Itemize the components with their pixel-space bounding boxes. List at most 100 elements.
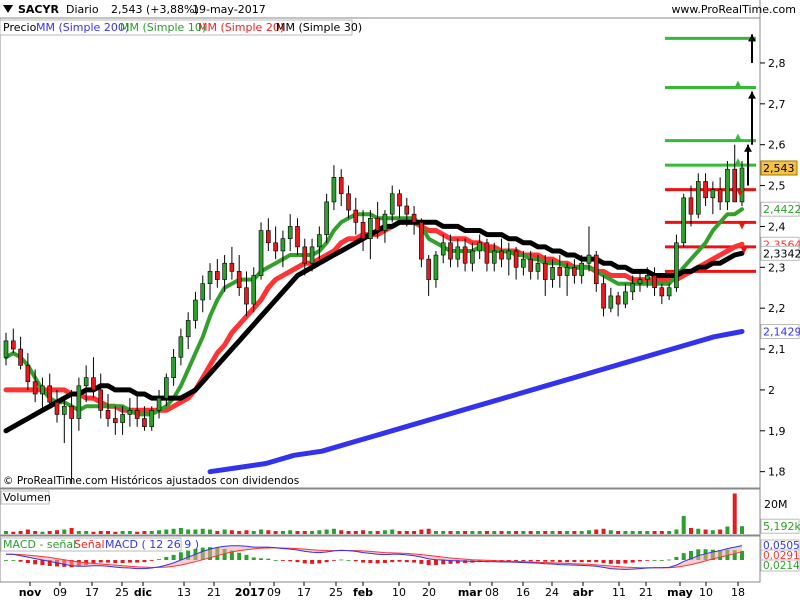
- header-date: 19-may-2017: [192, 3, 266, 16]
- candle-body: [688, 197, 694, 215]
- ma10-line: [4, 207, 744, 417]
- candle-body: [69, 405, 74, 419]
- macd-hist-bar: [368, 560, 373, 563]
- x-tick-label: 24: [545, 586, 559, 599]
- candle-body: [593, 254, 599, 284]
- volume-bar: [98, 531, 103, 534]
- macd-hist-bar: [4, 560, 8, 561]
- volume-bar: [113, 531, 118, 534]
- volume-bar: [404, 531, 409, 534]
- macd-signal-label[interactable]: Señal: [74, 538, 105, 551]
- volume-bar: [463, 531, 468, 534]
- legend-price[interactable]: Precio: [3, 21, 37, 34]
- candle-body: [411, 213, 417, 223]
- candle-body: [382, 213, 388, 231]
- x-tick-label: 09: [53, 586, 67, 599]
- candle-body: [120, 414, 125, 423]
- volume-bar: [76, 531, 81, 534]
- candle-body: [105, 410, 111, 419]
- candle-body: [324, 201, 329, 235]
- candle-body: [535, 262, 541, 272]
- volume-bar: [368, 531, 373, 534]
- macd-hist-bar: [127, 560, 132, 563]
- volume-layer: [4, 493, 744, 534]
- volume-bar: [412, 531, 417, 534]
- candle-body: [338, 177, 344, 195]
- dropdown-triangle-icon[interactable]: [3, 5, 13, 13]
- volume-bar: [222, 529, 227, 534]
- candle-body: [273, 242, 278, 252]
- volume-bar: [353, 531, 358, 534]
- volume-bar: [120, 531, 125, 534]
- macd-diff-label[interactable]: MACD - señal: [3, 538, 76, 551]
- candle-body: [3, 340, 9, 358]
- candle-body: [739, 167, 745, 203]
- copyright-note: © ProRealTime.com Históricos ajustados c…: [3, 475, 299, 487]
- volume-bar: [688, 528, 693, 534]
- candle-body: [433, 254, 439, 280]
- x-tick-label: feb: [353, 586, 373, 599]
- x-tick-label: mar: [458, 586, 483, 599]
- ma20-line: [3, 219, 745, 413]
- x-tick-label: 21: [207, 586, 221, 599]
- macd-hist-bar: [543, 560, 548, 562]
- x-tick-label: 21: [639, 586, 653, 599]
- volume-bar: [4, 531, 8, 534]
- header-last: 2,543 (+3,88%): [111, 3, 199, 16]
- candle-body: [25, 365, 31, 383]
- candle-body: [608, 295, 614, 309]
- price-label: 2,3342: [763, 247, 800, 260]
- macd-hist-bar: [681, 553, 686, 560]
- price-tick-label: 1,8: [768, 466, 786, 479]
- volume-bar: [157, 530, 162, 534]
- volume-bar: [601, 528, 606, 534]
- candle-body: [229, 262, 235, 272]
- legend-ma10[interactable]: MM (Simple 10): [120, 21, 206, 34]
- macd-line-label[interactable]: MACD ( 12 26 9 ): [105, 538, 199, 551]
- candle-body: [499, 250, 504, 260]
- macd-hist-bar: [667, 559, 672, 561]
- volume-bar: [331, 528, 336, 534]
- x-tick-label: 20: [422, 586, 436, 599]
- volume-bar: [484, 531, 489, 534]
- volume-bar: [317, 530, 322, 534]
- candle-body: [185, 320, 191, 338]
- candle-body: [142, 418, 147, 427]
- macd-hist-bar: [273, 560, 278, 561]
- macd-hist-bar: [280, 560, 285, 561]
- x-tick-label: 10: [699, 586, 713, 599]
- legend-ma200[interactable]: MM (Simple 200): [36, 21, 129, 34]
- volume-panel: [0, 488, 761, 536]
- candle-body: [47, 385, 53, 403]
- macd-hist-bar: [295, 560, 300, 563]
- candle-body: [353, 209, 359, 223]
- macd-hist-bar: [630, 560, 635, 563]
- candle-body: [666, 287, 672, 297]
- candle-body: [550, 267, 555, 280]
- candle-body: [295, 226, 300, 248]
- x-tick-label: 08: [485, 586, 499, 599]
- macd-hist-bar: [528, 560, 533, 562]
- candle-body: [579, 262, 584, 276]
- volume-bar: [200, 528, 205, 534]
- price-tick-label: 1,9: [768, 425, 786, 438]
- x-tick-label: 2017: [235, 586, 266, 599]
- price-label: 2,1429: [763, 326, 800, 339]
- volume-bar: [535, 531, 540, 534]
- macd-hist-bar: [623, 560, 628, 564]
- candle-body: [54, 401, 60, 415]
- macd-hist-bar: [382, 560, 387, 563]
- volume-bar: [339, 530, 344, 534]
- volume-label[interactable]: Volumen: [3, 491, 51, 504]
- volume-bar: [732, 493, 737, 534]
- candle-body: [652, 275, 657, 289]
- macd-hist-bar: [324, 560, 329, 563]
- candle-body: [586, 254, 592, 264]
- macd-hist-bar: [594, 560, 599, 563]
- legend-ma20[interactable]: MM (Simple 20): [198, 21, 284, 34]
- volume-bar: [106, 531, 111, 534]
- volume-bar: [433, 531, 438, 534]
- legend-ma30[interactable]: MM (Simple 30): [276, 21, 362, 34]
- volume-bar: [310, 531, 315, 534]
- volume-bar: [492, 531, 497, 534]
